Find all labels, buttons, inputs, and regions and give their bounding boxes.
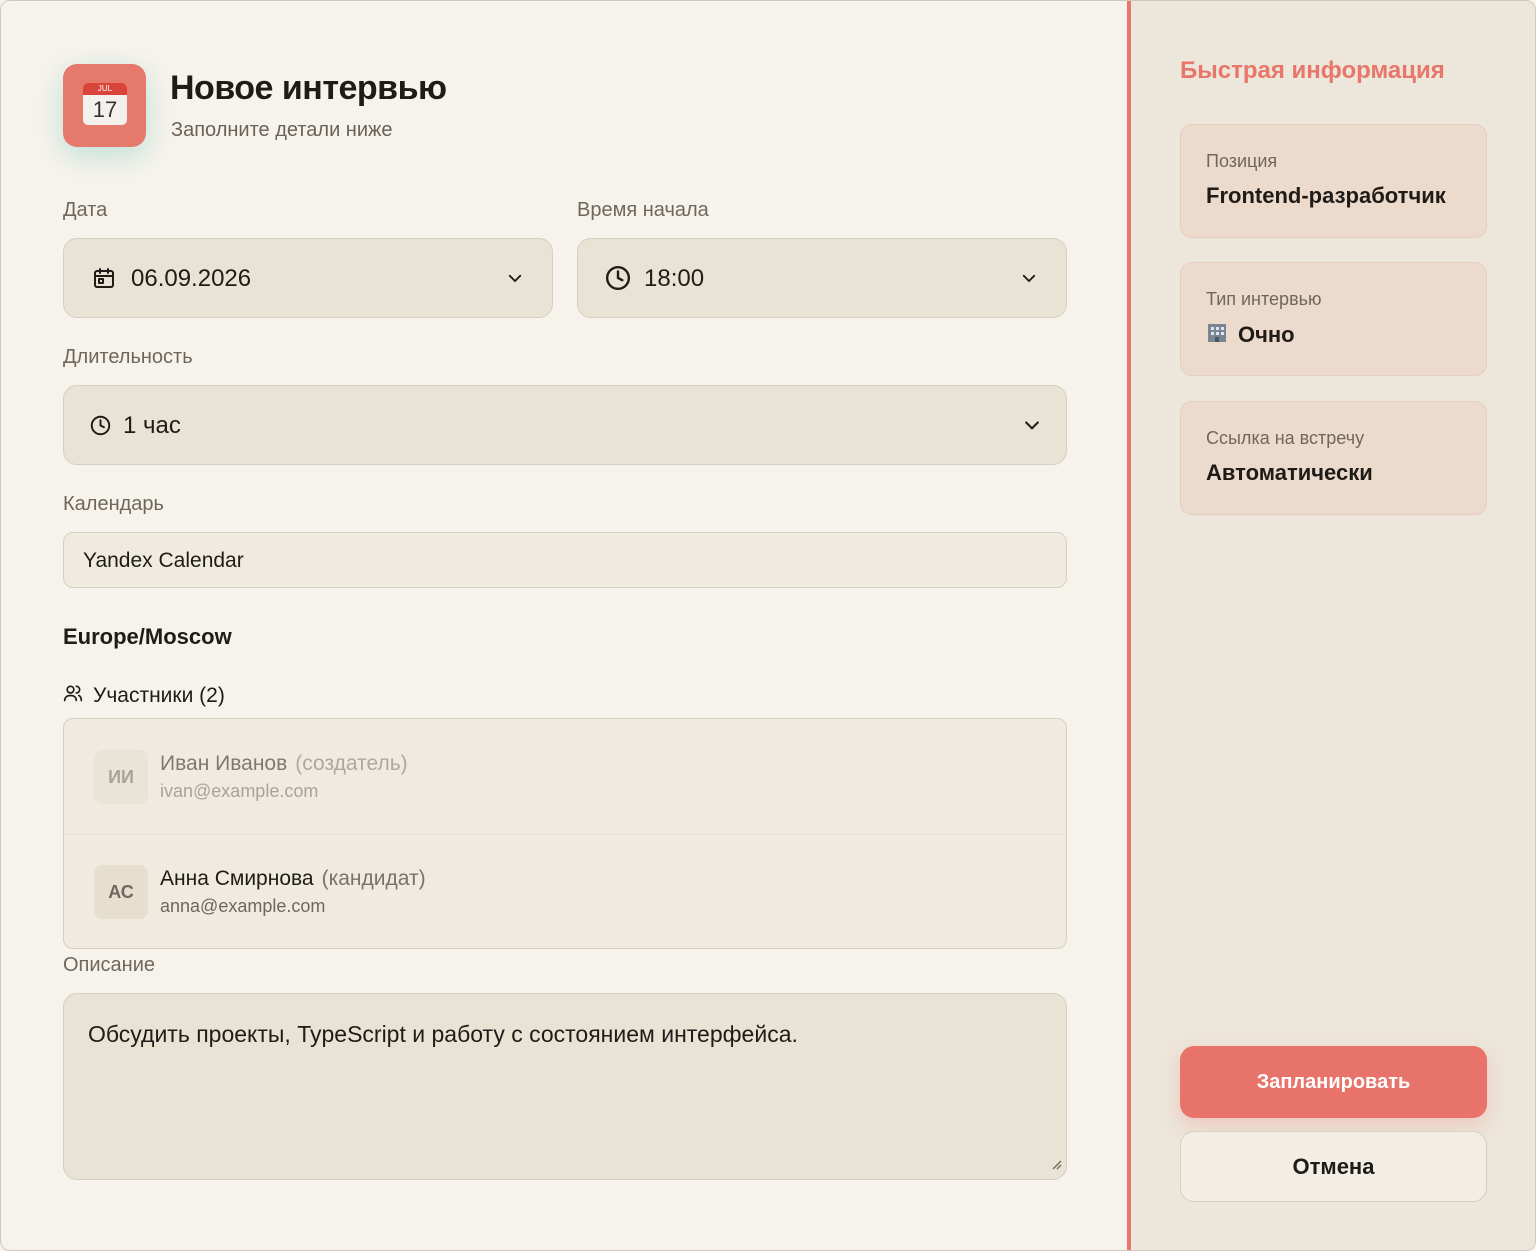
calendar-icon-month: JUL	[97, 84, 113, 93]
time-value: 18:00	[644, 265, 705, 292]
chevron-down-icon	[1022, 386, 1042, 464]
participants-list: ИИ Иван Иванов (создатель) ivan@example.c…	[63, 718, 1067, 949]
page-subtitle: Заполните детали ниже	[171, 119, 393, 141]
office-building-icon	[1206, 321, 1228, 349]
avatar: ИИ	[94, 750, 148, 804]
users-icon	[63, 683, 83, 709]
date-value: 06.09.2026	[131, 265, 252, 292]
card-value: Frontend-разработчик	[1206, 183, 1446, 208]
description-textarea[interactable]: Обсудить проекты, TypeScript и работу с …	[63, 993, 1067, 1180]
resize-handle-icon[interactable]	[1050, 1157, 1062, 1175]
chevron-down-icon	[1020, 239, 1038, 317]
calendar-field[interactable]: Yandex Calendar	[63, 532, 1067, 588]
meeting-link-card: Ссылка на встречу Автоматически	[1180, 401, 1487, 515]
participants-heading: Участники (2)	[63, 683, 225, 709]
description-label: Описание	[63, 954, 156, 976]
participant-role: (кандидат)	[321, 867, 426, 890]
interview-type-card: Тип интервью Очно	[1180, 262, 1487, 376]
calendar-icon: JUL 17	[83, 83, 127, 125]
avatar: АС	[94, 865, 148, 919]
description-value: Обсудить проекты, TypeScript и работу с …	[88, 1021, 798, 1047]
participant-name: Анна Смирнова	[160, 867, 314, 890]
form-panel: JUL 17 Новое интервью Заполните детали н…	[1, 1, 1127, 1250]
date-select[interactable]: 06.09.2026	[63, 238, 553, 318]
page-title: Новое интервью	[170, 69, 447, 107]
clock-icon	[90, 386, 111, 464]
date-label: Дата	[63, 199, 108, 221]
list-item[interactable]: ИИ Иван Иванов (создатель) ivan@example.c…	[64, 719, 1066, 835]
card-value: Автоматически	[1206, 460, 1373, 485]
cancel-button[interactable]: Отмена	[1180, 1131, 1487, 1202]
calendar-value: Yandex Calendar	[83, 549, 244, 572]
calendar-label: Календарь	[63, 493, 164, 515]
list-item[interactable]: АС Анна Смирнова (кандидат) anna@example.…	[64, 834, 1066, 948]
card-label: Тип интервью	[1206, 289, 1322, 309]
calendar-icon-day: 17	[92, 97, 118, 122]
participant-name: Иван Иванов	[160, 752, 288, 775]
participants-title: Участники (2)	[93, 684, 225, 707]
card-value: Очно	[1238, 322, 1295, 347]
timezone-label: Europe/Moscow	[63, 624, 232, 649]
interview-dialog: JUL 17 Новое интервью Заполните детали н…	[0, 0, 1536, 1251]
chevron-down-icon	[506, 239, 524, 317]
time-select[interactable]: 18:00	[577, 238, 1067, 318]
clock-icon	[605, 239, 631, 317]
duration-value: 1 час	[123, 412, 181, 439]
participant-email: anna@example.com	[160, 896, 326, 916]
participant-email: ivan@example.com	[160, 781, 319, 801]
card-label: Ссылка на встречу	[1206, 428, 1365, 448]
quick-info-sidebar: Быстрая информация Позиция Frontend-разр…	[1131, 1, 1535, 1250]
time-label: Время начала	[577, 199, 709, 221]
schedule-button[interactable]: Запланировать	[1180, 1046, 1487, 1118]
calendar-icon	[92, 239, 116, 317]
sidebar-title: Быстрая информация	[1180, 57, 1445, 84]
calendar-app-icon: JUL 17	[63, 64, 146, 147]
duration-select[interactable]: 1 час	[63, 385, 1067, 465]
card-label: Позиция	[1206, 151, 1278, 171]
position-card: Позиция Frontend-разработчик	[1180, 124, 1487, 238]
participant-role: (создатель)	[295, 752, 408, 775]
duration-label: Длительность	[63, 346, 193, 368]
